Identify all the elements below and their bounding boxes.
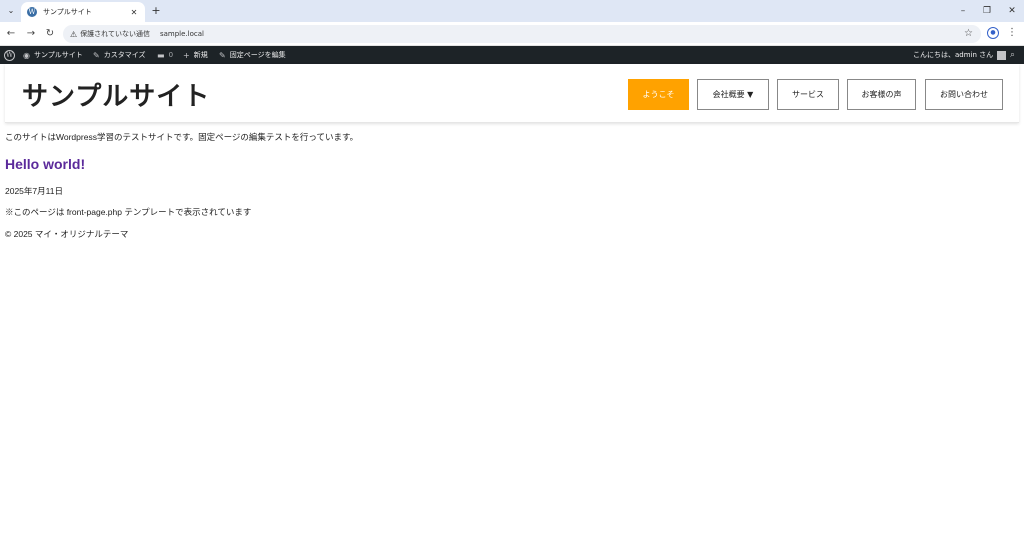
- url-text[interactable]: sample.local: [160, 30, 204, 38]
- admin-edit-page[interactable]: ✎ 固定ページを編集: [219, 46, 286, 64]
- admin-search-icon[interactable]: ⌕: [1010, 46, 1015, 64]
- nav-services[interactable]: サービス: [777, 79, 839, 110]
- bookmark-star-icon[interactable]: ☆: [964, 28, 973, 40]
- site-header: サンプルサイト ようこそ 会社概要 ▼ サービス お客様の声 お問い合わせ: [5, 64, 1019, 123]
- minimize-icon[interactable]: –: [956, 4, 970, 18]
- wordpress-favicon-icon: W: [27, 7, 37, 17]
- restore-icon[interactable]: ❐: [980, 4, 994, 18]
- dashboard-icon: ◉: [23, 50, 30, 60]
- admin-edit-page-label: 固定ページを編集: [229, 51, 286, 59]
- brush-icon: ✎: [93, 50, 100, 60]
- plus-icon: +: [183, 50, 190, 60]
- forward-arrow-icon[interactable]: →: [24, 27, 38, 41]
- admin-new-label: 新規: [193, 51, 208, 59]
- pencil-icon: ✎: [219, 50, 226, 60]
- user-avatar: [997, 50, 1007, 60]
- nav-welcome[interactable]: ようこそ: [628, 79, 689, 110]
- admin-site-name[interactable]: ◉ サンプルサイト: [23, 46, 83, 64]
- profile-avatar-icon[interactable]: ●: [987, 27, 999, 39]
- site-title[interactable]: サンプルサイト: [22, 76, 210, 113]
- nav-testimonials[interactable]: お客様の声: [847, 79, 916, 110]
- browser-menu-icon[interactable]: ⋮: [1007, 26, 1017, 40]
- comments-count: 0: [168, 51, 174, 59]
- admin-customize-label: カスタマイズ: [103, 51, 146, 59]
- tab-title: サンプルサイト: [43, 8, 92, 16]
- main-content: このサイトはWordpress学習のテストサイトです。固定ページの編集テストを行…: [5, 132, 1015, 239]
- nav-contact[interactable]: お問い合わせ: [925, 79, 1003, 110]
- wp-admin-bar: W ◉ サンプルサイト ✎ カスタマイズ ▬ 0 + 新規 ✎ 固定ページを編集…: [0, 46, 1024, 64]
- nav-company[interactable]: 会社概要 ▼: [697, 79, 769, 110]
- warning-icon[interactable]: ⚠: [70, 30, 77, 39]
- wordpress-logo-icon: W: [4, 49, 15, 61]
- intro-text: このサイトはWordpress学習のテストサイトです。固定ページの編集テストを行…: [5, 132, 359, 142]
- browser-tabstrip: ⌄ W サンプルサイト ✕ + – ❐ ✕: [0, 0, 1024, 22]
- post-date: 2025年7月11日: [5, 186, 63, 196]
- address-bar[interactable]: ⚠ 保護されていない通信 sample.local ☆: [63, 25, 981, 43]
- browser-toolbar: ← → ↻ ⚠ 保護されていない通信 sample.local ☆: [0, 22, 1024, 46]
- admin-site-name-label: サンプルサイト: [33, 51, 83, 59]
- admin-comments[interactable]: ▬ 0: [157, 46, 173, 64]
- wp-logo-menu[interactable]: W: [4, 46, 15, 64]
- tab-close-icon[interactable]: ✕: [129, 8, 139, 17]
- admin-greeting: こんにちは、admin さん: [913, 51, 994, 59]
- admin-customize[interactable]: ✎ カスタマイズ: [93, 46, 146, 64]
- comment-icon: ▬: [157, 50, 165, 60]
- browser-tab[interactable]: W サンプルサイト ✕: [21, 2, 145, 22]
- template-note: ※このページは front-page.php テンプレートで表示されています: [5, 207, 252, 217]
- admin-new[interactable]: + 新規: [183, 46, 208, 64]
- tab-search-chevron-icon[interactable]: ⌄: [3, 3, 19, 19]
- post-title-link[interactable]: Hello world!: [5, 156, 85, 172]
- window-close-icon[interactable]: ✕: [1005, 4, 1019, 18]
- admin-account[interactable]: こんにちは、admin さん: [913, 46, 1007, 64]
- security-status[interactable]: 保護されていない通信: [80, 29, 150, 39]
- back-arrow-icon[interactable]: ←: [4, 27, 18, 41]
- new-tab-button[interactable]: +: [149, 4, 163, 18]
- reload-icon[interactable]: ↻: [43, 27, 57, 41]
- footer-copyright: © 2025 マイ・オリジナルテーマ: [5, 229, 129, 239]
